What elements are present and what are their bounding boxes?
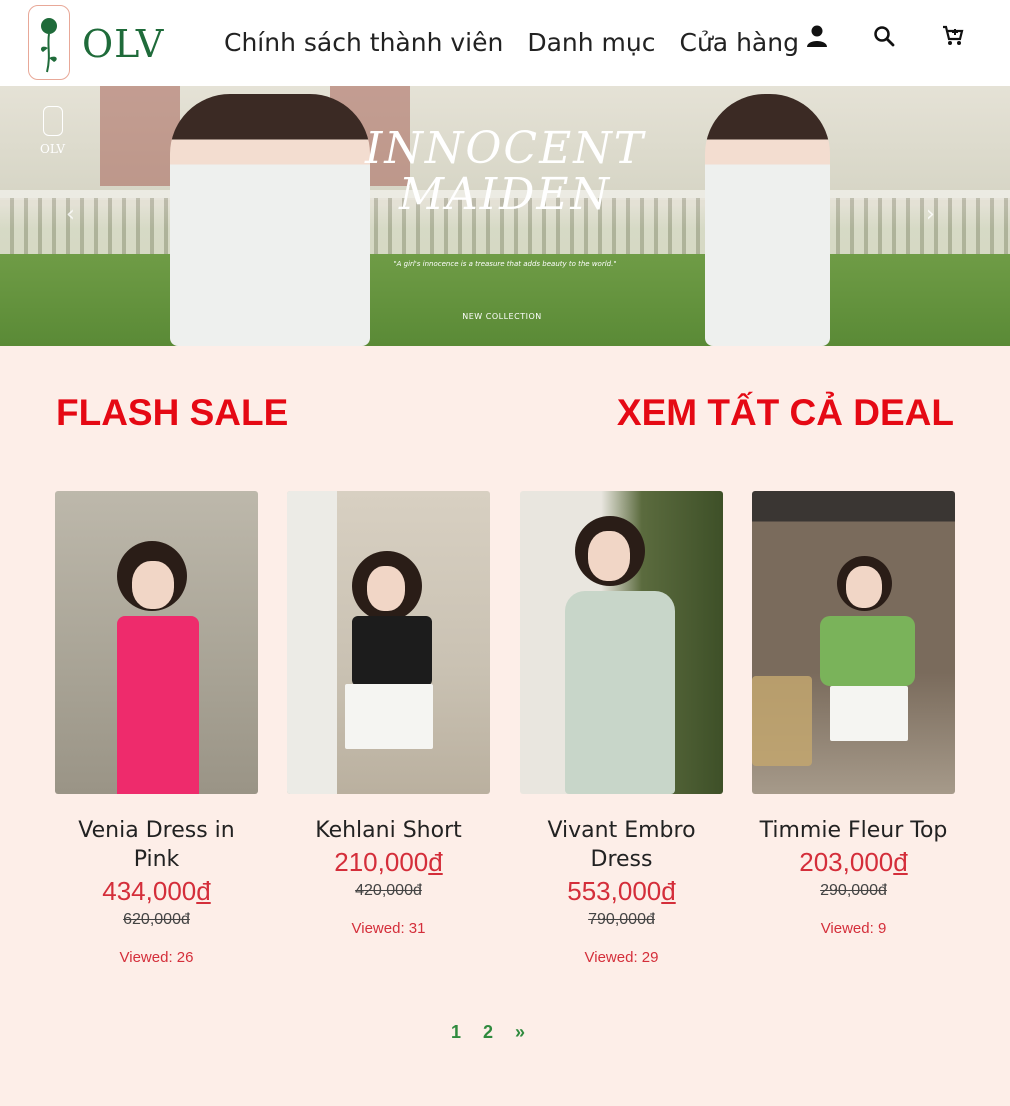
product-price: 553,000đ (567, 876, 676, 906)
product-card[interactable]: Venia Dress in Pink 434,000đ 620,000đ Vi… (55, 491, 258, 966)
banner-logo: OLV (40, 106, 65, 156)
product-views: Viewed: 31 (351, 920, 426, 937)
product-price: 434,000đ (102, 876, 211, 906)
see-all-deals-link[interactable]: XEM TẤT CẢ DEAL (617, 392, 954, 434)
nav-item-membership-policy[interactable]: Chính sách thành viên (224, 28, 503, 57)
product-price: 210,000đ (334, 847, 443, 877)
page-1-link[interactable]: 1 (451, 1022, 461, 1043)
logo-text[interactable]: OLV (82, 22, 164, 66)
banner-model-left (170, 94, 370, 346)
banner-title: INNOCENT MAIDEN (364, 123, 646, 220)
product-old-price: 790,000đ (588, 911, 655, 928)
rose-icon (40, 18, 57, 73)
product-views: Viewed: 26 (119, 949, 194, 966)
cart-icon[interactable] (939, 22, 967, 50)
product-old-price: 420,000đ (355, 882, 422, 899)
logo-rose-badge[interactable] (28, 5, 70, 80)
product-card[interactable]: Vivant Embro Dress 553,000đ 790,000đ Vie… (520, 491, 723, 966)
product-old-price: 290,000đ (820, 882, 887, 899)
product-views: Viewed: 9 (820, 920, 887, 937)
product-image[interactable] (55, 491, 258, 794)
main-nav: Chính sách thành viên Danh mục Cửa hàng (224, 28, 799, 57)
banner-cta[interactable]: NEW COLLECTION (440, 312, 564, 321)
product-image[interactable] (520, 491, 723, 794)
banner-window (100, 86, 180, 186)
hero-banner[interactable]: OLV INNOCENT MAIDEN "A girl's innocence … (0, 86, 1010, 346)
product-name[interactable]: Timmie Fleur Top (752, 816, 955, 845)
product-name[interactable]: Venia Dress in Pink (55, 816, 258, 874)
banner-model-right (705, 94, 830, 346)
pagination: 1 2 » (451, 1022, 525, 1043)
product-image[interactable] (287, 491, 490, 794)
next-page-link[interactable]: » (515, 1022, 525, 1043)
site-header: OLV Chính sách thành viên Danh mục Cửa h… (0, 0, 1010, 86)
product-card[interactable]: Kehlani Short 210,000đ 420,000đ Viewed: … (287, 491, 490, 937)
product-name[interactable]: Kehlani Short (287, 816, 490, 845)
product-image[interactable] (752, 491, 955, 794)
carousel-next-icon[interactable]: › (926, 202, 935, 227)
product-name[interactable]: Vivant Embro Dress (520, 816, 723, 874)
product-views: Viewed: 29 (584, 949, 659, 966)
product-price: 203,000đ (799, 847, 908, 877)
carousel-prev-icon[interactable]: ‹ (66, 202, 75, 227)
banner-quote: "A girl's innocence is a treasure that a… (393, 260, 617, 268)
page-2-link[interactable]: 2 (483, 1022, 493, 1043)
flash-sale-title: FLASH SALE (56, 392, 289, 433)
user-icon[interactable] (803, 22, 831, 50)
search-icon[interactable] (870, 22, 898, 50)
product-card[interactable]: Timmie Fleur Top 203,000đ 290,000đ Viewe… (752, 491, 955, 937)
nav-item-categories[interactable]: Danh mục (527, 28, 655, 57)
product-old-price: 620,000đ (123, 911, 190, 928)
nav-item-stores[interactable]: Cửa hàng (680, 28, 799, 57)
